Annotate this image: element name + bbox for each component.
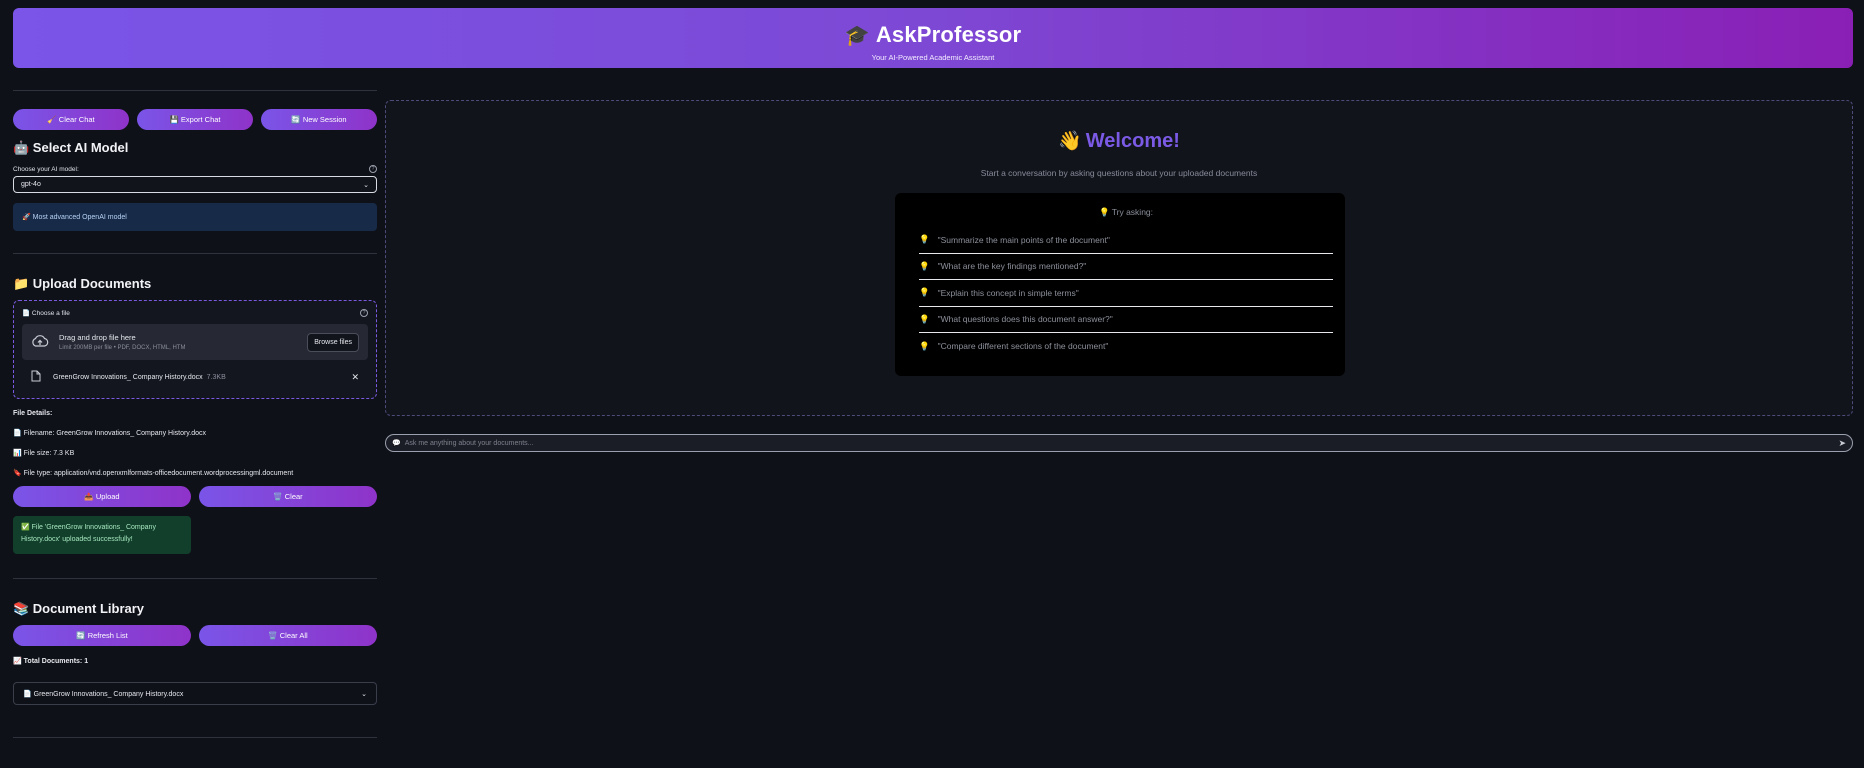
model-select-value: gpt-4o: [21, 181, 41, 188]
model-select[interactable]: gpt-4o ⌄: [13, 176, 377, 193]
send-icon[interactable]: ➤: [1838, 438, 1846, 449]
clear-button[interactable]: 🗑️ Clear: [199, 486, 377, 507]
app-title: 🎓 AskProfessor: [13, 22, 1853, 48]
document-expander[interactable]: 📄 GreenGrow Innovations_ Company History…: [13, 682, 377, 705]
divider: [13, 253, 377, 254]
chevron-down-icon: ⌄: [363, 181, 369, 189]
suggestion-text: "Explain this concept in simple terms": [937, 287, 1079, 298]
dropzone-text: Drag and drop file here Limit 200MB per …: [59, 333, 185, 351]
clear-chat-button[interactable]: 🧹 Clear Chat: [13, 109, 129, 130]
divider: [13, 90, 377, 91]
uploaded-file-size: 7.3KB: [206, 373, 226, 381]
waving-hand-icon: 👋: [1058, 131, 1082, 152]
dropzone-title: Drag and drop file here: [59, 333, 136, 342]
suggestion-list: 💡 "Summarize the main points of the docum…: [919, 227, 1333, 360]
model-label: Choose your AI model:: [13, 165, 79, 173]
divider: [13, 737, 377, 738]
uploaded-file-row: GreenGrow Innovations_ Company History.d…: [22, 364, 368, 390]
chat-actions: 🧹 Clear Chat 💾 Export Chat 🔄 New Session: [13, 109, 377, 130]
lightbulb-icon: 💡: [919, 313, 930, 324]
suggestion-item[interactable]: 💡 "What questions does this document answ…: [919, 307, 1333, 333]
suggestion-item[interactable]: 💡 "Compare different sections of the docu…: [919, 333, 1333, 360]
library-actions: 🔄 Refresh List 🗑️ Clear All: [13, 625, 377, 646]
dropzone-limit: Limit 200MB per file • PDF, DOCX, HTML, …: [59, 345, 186, 351]
upload-button[interactable]: 📤 Upload: [13, 486, 191, 507]
help-icon[interactable]: ?: [360, 309, 368, 317]
file-details-heading: File Details:: [13, 410, 53, 417]
file-detail-size: 📊 File size: 7.3 KB: [13, 450, 75, 457]
document-expander-label: 📄 GreenGrow Innovations_ Company History…: [23, 690, 184, 698]
choose-file-row: 📄 Choose a file ?: [22, 309, 368, 317]
document-library-title: 📚 Document Library: [13, 601, 145, 616]
app-header: 🎓 AskProfessor Your AI-Powered Academic A…: [13, 8, 1853, 68]
lightbulb-icon: 💡: [919, 340, 930, 351]
model-label-row: Choose your AI model: ?: [13, 165, 377, 173]
export-chat-button[interactable]: 💾 Export Chat: [137, 109, 253, 130]
lightbulb-icon: 💡: [919, 234, 930, 245]
welcome-title-text: Welcome!: [1085, 130, 1180, 152]
lightbulb-icon: 💡: [919, 287, 930, 298]
clear-all-button[interactable]: 🗑️ Clear All: [199, 625, 377, 646]
chat-area: 👋 Welcome! Start a conversation by asking…: [385, 100, 1853, 416]
select-model-title: 🤖 Select AI Model: [13, 140, 129, 155]
help-icon[interactable]: ?: [369, 165, 377, 173]
divider: [13, 578, 377, 579]
close-icon[interactable]: ✕: [351, 372, 359, 383]
total-documents: 📈 Total Documents: 1: [13, 658, 89, 665]
suggestion-item[interactable]: 💡 "Explain this concept in simple terms": [919, 280, 1333, 307]
upload-success-alert: ✅ File 'GreenGrow Innovations_ Company H…: [13, 516, 191, 554]
uploaded-file-name: GreenGrow Innovations_ Company History.d…: [53, 373, 203, 381]
choose-file-label: 📄 Choose a file: [22, 310, 70, 317]
chat-input[interactable]: 💬 Ask me anything about your documents..…: [385, 434, 1853, 452]
suggestions-box: 💡 Try asking: 💡 "Summarize the main point…: [895, 193, 1345, 376]
new-session-button[interactable]: 🔄 New Session: [261, 109, 377, 130]
browse-files-button[interactable]: Browse files: [307, 332, 359, 352]
suggestion-item[interactable]: 💡 "Summarize the main points of the docum…: [919, 227, 1333, 254]
welcome-title: 👋 Welcome!: [386, 129, 1852, 153]
sidebar: 🧹 Clear Chat 💾 Export Chat 🔄 New Session…: [13, 90, 377, 738]
refresh-list-button[interactable]: 🔄 Refresh List: [13, 625, 191, 646]
upload-documents-title: 📁 Upload Documents: [13, 276, 152, 291]
suggestion-text: "Compare different sections of the docum…: [937, 341, 1109, 352]
suggestion-text: "What questions does this document answe…: [937, 314, 1113, 325]
file-uploader: 📄 Choose a file ? Drag and drop file her…: [13, 300, 377, 399]
file-detail-type: 🔖 File type: application/vnd.openxmlform…: [13, 470, 294, 477]
file-detail-name: 📄 Filename: GreenGrow Innovations_ Compa…: [13, 430, 206, 437]
model-info-box: 🚀 Most advanced OpenAI model: [13, 203, 377, 231]
welcome-subtitle: Start a conversation by asking questions…: [980, 168, 1258, 178]
graduation-cap-icon: 🎓: [844, 25, 870, 47]
cloud-upload-icon: [31, 334, 49, 350]
chevron-down-icon: ⌄: [361, 690, 367, 698]
suggestion-item[interactable]: 💡 "What are the key findings mentioned?": [919, 254, 1333, 280]
speech-bubble-icon: 💬: [392, 440, 401, 447]
suggestion-text: "What are the key findings mentioned?": [937, 261, 1087, 272]
suggestion-text: "Summarize the main points of the docume…: [937, 234, 1110, 245]
file-icon: [31, 370, 41, 384]
app-title-text: AskProfessor: [875, 22, 1022, 47]
chat-input-placeholder: Ask me anything about your documents...: [404, 439, 534, 447]
upload-actions: 📤 Upload 🗑️ Clear: [13, 486, 377, 507]
app-subtitle: Your AI-Powered Academic Assistant: [871, 53, 995, 62]
dropzone[interactable]: Drag and drop file here Limit 200MB per …: [22, 324, 368, 360]
suggestions-title: 💡 Try asking:: [1098, 207, 1154, 217]
lightbulb-icon: 💡: [919, 260, 930, 271]
